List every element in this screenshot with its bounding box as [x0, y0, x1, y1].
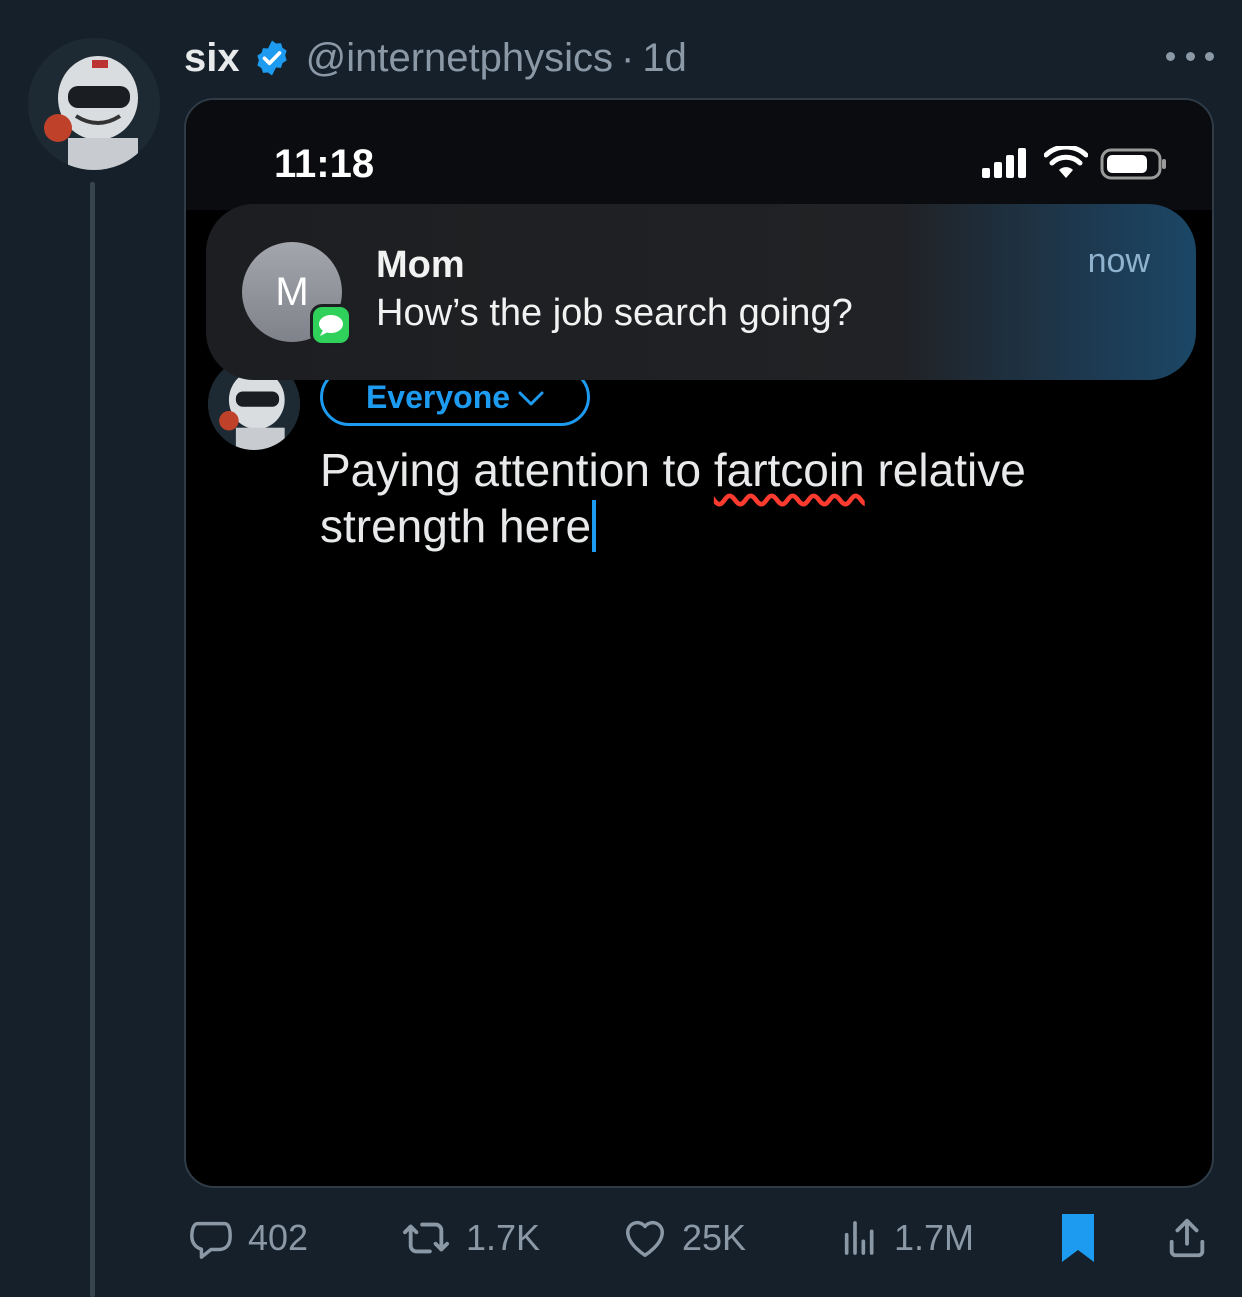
messages-app-icon: [310, 304, 352, 346]
phone-clock: 11:18: [274, 142, 375, 186]
post-time[interactable]: 1d: [642, 36, 687, 81]
draft-post-text: Paying attention to fartcoin relative st…: [320, 442, 1180, 554]
notification-title: Mom: [376, 244, 465, 286]
reply-count: 402: [248, 1217, 309, 1258]
repost-button[interactable]: 1.7K: [400, 1215, 540, 1261]
heart-icon: [622, 1215, 668, 1261]
like-count: 25K: [682, 1217, 747, 1258]
message-notification: M Mom How’s the job search going? now: [206, 204, 1196, 380]
views-icon: [840, 1218, 880, 1258]
verified-badge-icon: [252, 38, 292, 78]
phone-status-bar: 11:18: [186, 100, 1212, 210]
separator-dot: ·: [621, 35, 635, 80]
more-icon[interactable]: [1166, 46, 1214, 66]
attached-image[interactable]: 11:18 Everyone Paying attention to fartc…: [184, 98, 1214, 1188]
signal-icon: [982, 148, 1028, 183]
repost-icon: [400, 1215, 452, 1261]
author-avatar[interactable]: [28, 38, 160, 170]
display-name[interactable]: six: [184, 36, 240, 81]
bookmark-button[interactable]: [1058, 1212, 1098, 1264]
text-caret: [592, 500, 597, 552]
chevron-down-icon: [518, 379, 544, 416]
views-count: 1.7M: [894, 1217, 975, 1258]
notification-time: now: [1087, 242, 1150, 280]
handle[interactable]: @internetphysics: [306, 36, 613, 81]
draft-text-part: Paying attention to: [320, 444, 714, 496]
share-icon: [1164, 1215, 1210, 1261]
share-button[interactable]: [1164, 1215, 1210, 1261]
tweet-actions: 402 1.7K 25K 1.7M: [184, 1208, 1214, 1268]
battery-icon: [1100, 148, 1168, 185]
thread-line: [90, 182, 95, 1297]
views-button[interactable]: 1.7M: [840, 1217, 974, 1259]
notification-body: How’s the job search going?: [376, 292, 853, 334]
tweet-header: six @internetphysics · 1d: [184, 32, 687, 84]
like-button[interactable]: 25K: [622, 1215, 746, 1261]
reply-button[interactable]: 402: [188, 1215, 308, 1261]
wifi-icon: [1043, 144, 1089, 185]
contact-initial: M: [275, 269, 309, 314]
audience-label: Everyone: [365, 378, 511, 415]
repost-count: 1.7K: [466, 1217, 541, 1258]
bookmark-icon: [1058, 1212, 1098, 1264]
reply-icon: [188, 1215, 234, 1261]
misspelled-word: fartcoin: [713, 444, 865, 496]
